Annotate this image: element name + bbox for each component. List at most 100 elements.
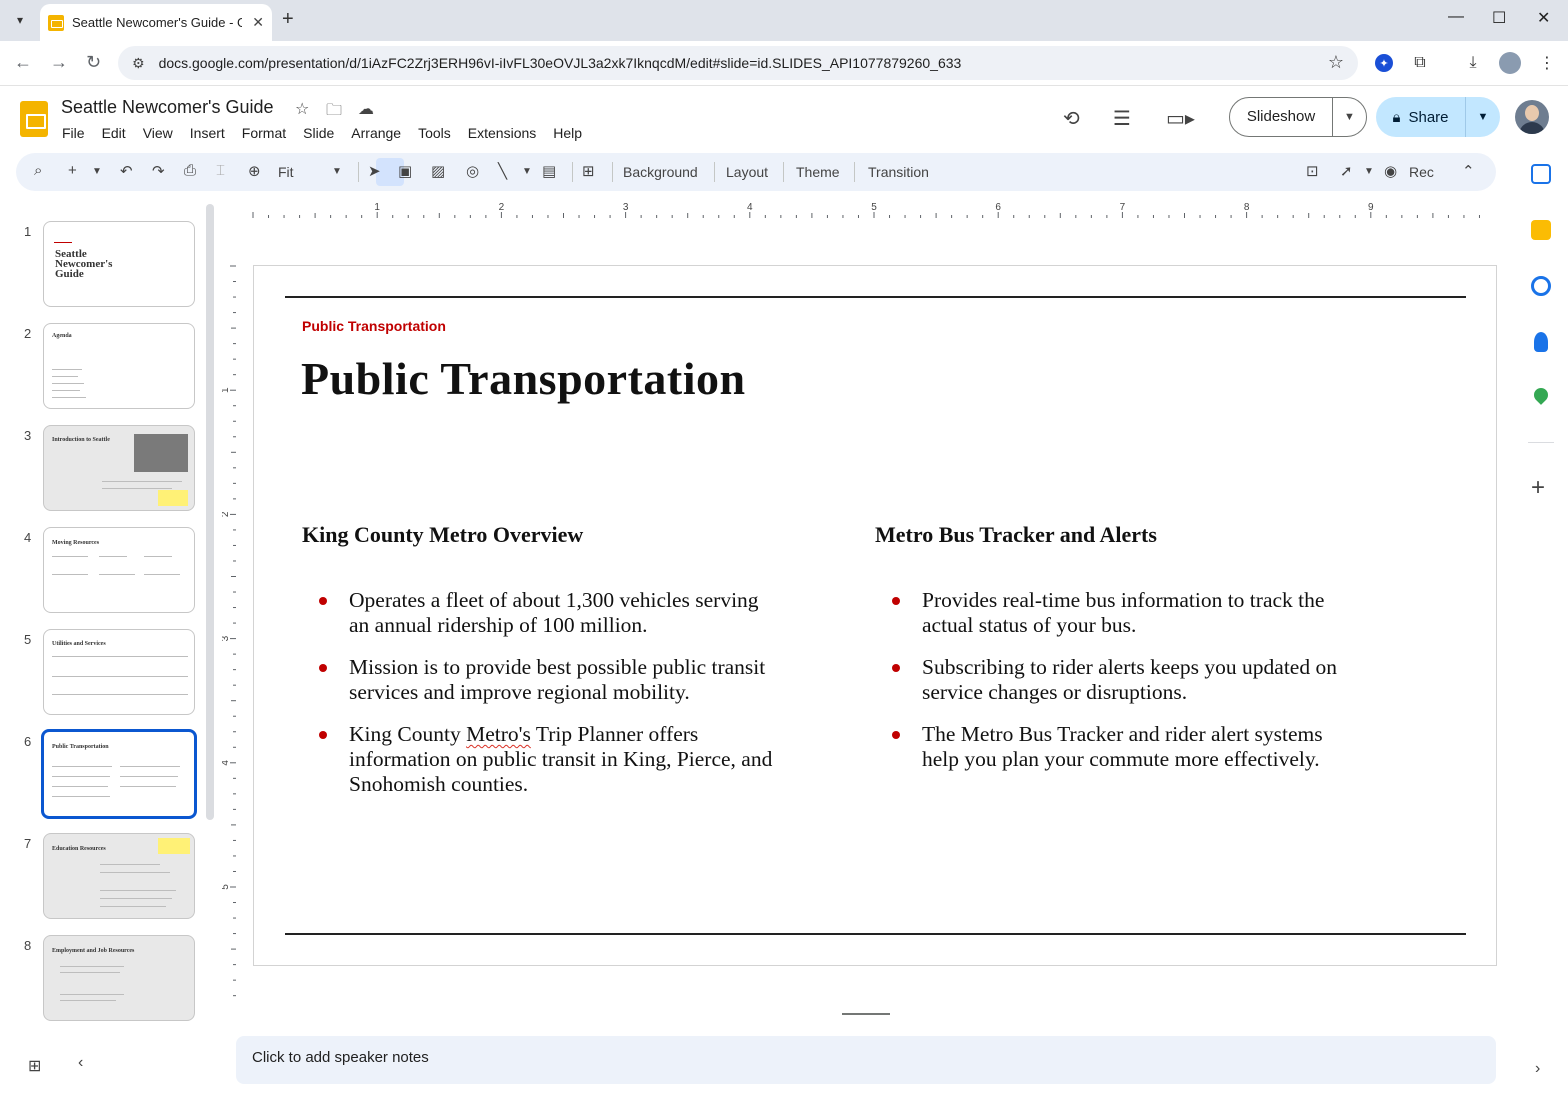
vertical-ruler[interactable]: 1 2 3 4 5 [222,200,238,1012]
share-button[interactable]: 🔒︎ Share [1376,97,1466,137]
menu-slide[interactable]: Slide [303,125,334,141]
slideshow-button[interactable]: Slideshow [1230,98,1333,136]
version-history-icon[interactable]: ⟲ [1063,106,1080,131]
slides-logo-icon[interactable] [20,101,48,137]
slide-title[interactable]: Public Transportation [301,352,746,405]
slide-thumbnail-selected[interactable]: Public Transportation [41,729,197,819]
line-icon[interactable]: ╲ [498,162,507,180]
filmstrip-scrollbar[interactable] [206,204,214,820]
calendar-icon[interactable] [1531,164,1551,184]
placeholder-icon[interactable]: ▤ [542,162,556,180]
collapse-toolbar-chevron-icon[interactable]: ⌃ [1462,162,1475,180]
menu-file[interactable]: File [62,125,85,141]
zoom-select[interactable]: Fit [278,164,294,180]
slide-thumbnail[interactable]: Employment and Job Resources [43,935,195,1021]
new-tab-plus-icon[interactable]: + [282,8,294,31]
speaker-notes-placeholder[interactable]: Click to add speaker notes [252,1049,429,1066]
back-arrow-icon[interactable]: ← [14,52,32,73]
maximize-icon[interactable]: ☐ [1492,8,1506,28]
bookmark-star-icon[interactable]: ☆ [1328,52,1344,73]
insert-media-icon[interactable]: ⊡ [1306,162,1319,180]
window-close-icon[interactable]: ✕ [1537,8,1550,28]
slide-thumbnail[interactable]: Agenda [43,323,195,409]
menu-extensions[interactable]: Extensions [468,125,536,141]
slide-thumbnail[interactable]: Utilities and Services [43,629,195,715]
speaker-notes[interactable]: Click to add speaker notes [236,1036,1496,1084]
left-bullet-list[interactable]: Operates a fleet of about 1,300 vehicles… [302,588,782,814]
maps-icon[interactable] [1531,385,1551,405]
keep-icon[interactable] [1531,220,1551,240]
print-icon[interactable]: ⎙ [184,162,196,179]
pointer-dropdown-icon[interactable]: ▼ [1364,166,1374,177]
menu-insert[interactable]: Insert [190,125,225,141]
slide-thumbnail[interactable]: Seattle Newcomer's Guide [43,221,195,307]
profile-avatar-small[interactable] [1499,52,1521,74]
select-cursor-icon[interactable]: ➤ [368,162,381,180]
record-icon[interactable]: ◉ [1384,162,1397,180]
meet-video-icon[interactable]: ▭▸ [1166,106,1195,131]
layout-button[interactable]: Layout [726,164,768,180]
minimize-icon[interactable]: — [1448,8,1464,26]
redo-icon[interactable]: ↷ [152,162,165,180]
get-addons-plus-icon[interactable]: + [1531,474,1545,502]
tab-search-chevron-icon[interactable]: ▾ [8,8,32,32]
pointer-tool-icon[interactable]: ➚ [1340,162,1353,180]
omnibox[interactable]: ⚙ docs.google.com/presentation/d/1iAzFC2… [118,46,1358,80]
zoom-icon[interactable]: ⊕ [248,162,261,180]
menu-view[interactable]: View [143,125,173,141]
move-folder-icon[interactable]: 🗀 [326,99,342,126]
menu-arrange[interactable]: Arrange [351,125,401,141]
slide-thumbnail[interactable]: Moving Resources [43,527,195,613]
expand-side-panel-chevron-icon[interactable]: › [1535,1060,1540,1078]
slide-thumbnail[interactable]: Education Resources [43,833,195,919]
right-bullet-list[interactable]: Provides real-time bus information to tr… [875,588,1355,789]
text-box-icon[interactable]: ▣ [398,162,412,180]
slideshow-dropdown-chevron-icon[interactable]: ▼ [1333,111,1366,123]
slide-kicker[interactable]: Public Transportation [302,318,446,334]
left-column-heading[interactable]: King County Metro Overview [302,522,583,548]
document-title[interactable]: Seattle Newcomer's Guide [61,97,274,118]
close-tab-icon[interactable]: ✕ [252,14,264,31]
theme-button[interactable]: Theme [796,164,840,180]
extensions-puzzle-icon[interactable]: ⧉ [1409,52,1431,74]
zoom-dropdown-icon[interactable]: ▼ [332,166,342,177]
menu-edit[interactable]: Edit [102,125,126,141]
slide-thumbnail[interactable]: Introduction to Seattle [43,425,195,511]
share-dropdown-chevron-icon[interactable]: ▼ [1466,111,1500,123]
url-text[interactable]: docs.google.com/presentation/d/1iAzFC2Zr… [159,55,962,71]
add-comment-icon[interactable]: ⊞ [582,162,595,180]
insert-image-icon[interactable]: ▨ [431,162,445,180]
account-avatar[interactable] [1515,100,1549,134]
notes-resize-handle[interactable] [842,1013,890,1015]
extension-blue-icon[interactable]: ✦ [1375,54,1393,72]
downloads-icon[interactable]: ⤓ [1462,52,1484,74]
tasks-icon[interactable] [1531,276,1551,296]
browser-tab[interactable]: Seattle Newcomer's Guide - Goo ✕ [40,4,272,41]
menu-help[interactable]: Help [553,125,582,141]
contacts-icon[interactable] [1534,332,1548,352]
search-menus-icon[interactable]: ⌕ [34,162,42,179]
grid-view-icon[interactable]: ⊞ [28,1056,41,1076]
horizontal-ruler[interactable]: 1 2 3 4 5 6 7 8 9 [236,200,1496,220]
spellcheck-flagged-word[interactable]: Metro's [466,722,531,746]
site-settings-icon[interactable]: ⚙ [132,55,145,72]
collapse-filmstrip-chevron-icon[interactable]: ‹ [78,1054,83,1072]
slide-canvas[interactable]: Public Transportation Public Transportat… [253,265,1497,966]
forward-arrow-icon[interactable]: → [50,52,68,73]
menu-format[interactable]: Format [242,125,286,141]
shape-icon[interactable]: ◎ [466,162,479,180]
browser-menu-icon[interactable]: ⋮ [1536,52,1558,74]
reload-icon[interactable]: ↻ [86,52,101,73]
menu-tools[interactable]: Tools [418,125,451,141]
right-column-heading[interactable]: Metro Bus Tracker and Alerts [875,522,1157,548]
rec-button[interactable]: Rec [1409,164,1434,180]
line-dropdown-icon[interactable]: ▼ [522,166,532,177]
comments-icon[interactable]: ☰ [1113,106,1131,131]
new-slide-dropdown-icon[interactable]: ▼ [92,166,102,177]
undo-icon[interactable]: ↶ [120,162,133,180]
star-icon[interactable]: ☆ [295,99,309,119]
transition-button[interactable]: Transition [868,164,929,180]
background-button[interactable]: Background [623,164,698,180]
paint-format-icon[interactable]: ⌶ [216,162,225,179]
new-slide-plus-icon[interactable]: + [68,162,77,179]
